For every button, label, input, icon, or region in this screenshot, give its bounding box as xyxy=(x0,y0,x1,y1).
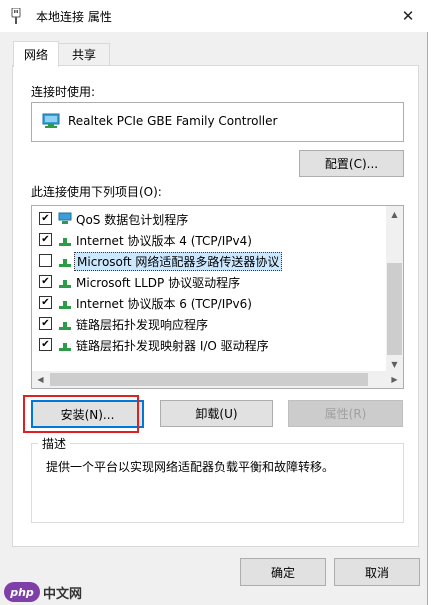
list-item-label: Internet 协议版本 4 (TCP/IPv4) xyxy=(76,234,252,248)
checkbox[interactable]: ✔ xyxy=(39,275,52,288)
qos-service-icon xyxy=(58,212,72,224)
watermark-text: 中文网 xyxy=(43,586,83,602)
protocol-icon xyxy=(59,343,71,351)
tab-network[interactable]: 网络 xyxy=(13,41,59,67)
checkbox[interactable]: ✔ xyxy=(39,233,52,246)
tab-network-label: 网络 xyxy=(23,48,48,62)
scroll-left-icon[interactable]: ◀ xyxy=(32,371,49,388)
network-plug-icon xyxy=(11,8,21,24)
uninstall-button[interactable]: 卸载(U) xyxy=(160,400,273,427)
protocol-icon xyxy=(59,280,71,288)
network-adapter-icon xyxy=(42,113,60,128)
list-item[interactable]: ✔ 链路层拓扑发现映射器 I/O 驱动程序 xyxy=(32,334,387,355)
configure-button[interactable]: 配置(C)... xyxy=(299,150,404,177)
properties-dialog: 本地连接 属性 ✕ 网络 共享 连接时使用: Realtek PCIe GBE … xyxy=(0,0,428,605)
close-icon: ✕ xyxy=(401,7,415,25)
list-item[interactable]: Microsoft 网络适配器多路传送器协议 xyxy=(32,250,387,271)
list-item-label: Internet 协议版本 6 (TCP/IPv6) xyxy=(76,297,252,311)
checkbox[interactable]: ✔ xyxy=(39,212,52,225)
properties-button-label: 属性(R) xyxy=(324,407,367,421)
ok-button-label: 确定 xyxy=(270,565,295,580)
tab-sharing[interactable]: 共享 xyxy=(58,43,110,66)
components-list[interactable]: ✔ QoS 数据包计划程序 ✔ Internet 协议版本 4 (TCP/IPv… xyxy=(31,205,404,389)
checkbox[interactable]: ✔ xyxy=(39,317,52,330)
close-button[interactable]: ✕ xyxy=(388,0,428,32)
properties-button: 属性(R) xyxy=(288,400,403,427)
list-item[interactable]: ✔ Microsoft LLDP 协议驱动程序 xyxy=(32,271,387,292)
protocol-icon xyxy=(59,301,71,309)
scroll-right-icon[interactable]: ▶ xyxy=(386,371,403,388)
vertical-scrollbar[interactable]: ▲ ▼ xyxy=(386,206,403,373)
annotation-highlight xyxy=(23,395,139,433)
list-item-label: 链路层拓扑发现响应程序 xyxy=(76,318,209,332)
tab-sharing-label: 共享 xyxy=(71,48,96,62)
checkbox[interactable]: ✔ xyxy=(39,296,52,309)
protocol-icon xyxy=(59,259,71,267)
scroll-up-icon[interactable]: ▲ xyxy=(386,206,403,223)
connect-using-label: 连接时使用: xyxy=(31,85,96,99)
watermark: php 中文网 xyxy=(4,582,82,602)
ok-button[interactable]: 确定 xyxy=(240,558,326,586)
items-section-label: 此连接使用下列项目(O): xyxy=(31,185,162,199)
cancel-button-label: 取消 xyxy=(364,565,389,580)
description-text: 提供一个平台以实现网络适配器负载平衡和故障转移。 xyxy=(46,460,335,474)
checkbox[interactable]: ✔ xyxy=(39,338,52,351)
cancel-button[interactable]: 取消 xyxy=(334,558,420,586)
description-title: 描述 xyxy=(38,435,71,452)
list-item-label: Microsoft LLDP 协议驱动程序 xyxy=(76,276,241,290)
protocol-icon xyxy=(59,238,71,246)
checkbox[interactable] xyxy=(39,254,52,267)
configure-button-label: 配置(C)... xyxy=(324,157,379,171)
list-item-label: Microsoft 网络适配器多路传送器协议 xyxy=(74,252,283,271)
horizontal-scrollbar[interactable]: ◀ ▶ xyxy=(32,371,403,388)
php-logo-icon: php xyxy=(4,582,40,602)
list-item[interactable]: ✔ Internet 协议版本 6 (TCP/IPv6) xyxy=(32,292,387,313)
title-bar: 本地连接 属性 ✕ xyxy=(0,0,428,32)
list-item[interactable]: ✔ 链路层拓扑发现响应程序 xyxy=(32,313,387,334)
uninstall-button-label: 卸载(U) xyxy=(195,407,238,421)
horizontal-scroll-thumb[interactable] xyxy=(50,373,368,386)
description-group xyxy=(31,443,404,523)
adapter-box: Realtek PCIe GBE Family Controller xyxy=(31,102,404,142)
list-item[interactable]: ✔ QoS 数据包计划程序 xyxy=(32,208,387,229)
vertical-scroll-thumb[interactable] xyxy=(387,263,402,355)
protocol-icon xyxy=(59,322,71,330)
adapter-name: Realtek PCIe GBE Family Controller xyxy=(68,114,278,128)
window-title: 本地连接 属性 xyxy=(36,10,112,24)
list-item-label: QoS 数据包计划程序 xyxy=(76,213,189,227)
list-item[interactable]: ✔ Internet 协议版本 4 (TCP/IPv4) xyxy=(32,229,387,250)
list-item-label: 链路层拓扑发现映射器 I/O 驱动程序 xyxy=(76,339,269,353)
